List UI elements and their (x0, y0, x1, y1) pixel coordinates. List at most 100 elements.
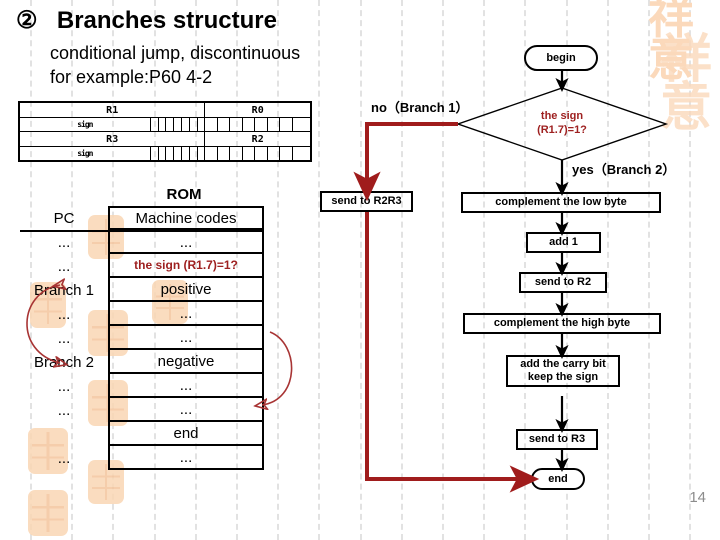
rom-cell-machine-code: the sign (R1.7)=1? (108, 254, 264, 278)
register-bit-cell (291, 117, 312, 132)
rom-row: ...... (20, 446, 270, 470)
rom-cell-machine-code: ... (108, 446, 264, 470)
rom-title: ROM (166, 186, 202, 203)
rom-cell-pc: ... (57, 329, 71, 347)
flow-branch-yes-label: yes（Branch 2） (572, 162, 676, 177)
rom-row: ...... (20, 398, 270, 422)
rom-cell-machine-code: ... (108, 398, 264, 422)
register-label-row: R1 R0 (18, 101, 312, 118)
flow-box-send-r3: send to R3 (516, 429, 598, 450)
register-bit-cell (165, 117, 175, 132)
rom-cell-machine-code: positive (108, 278, 264, 302)
gridline (400, 0, 403, 540)
rom-cell-machine-code: ... (108, 374, 264, 398)
rom-row: Branch 2 negative (20, 350, 270, 374)
register-bit-cell (196, 117, 206, 132)
rom-row: end (20, 422, 270, 446)
rom-cell-pc (20, 422, 108, 446)
register-bit-cell (180, 117, 190, 132)
register-bit-cell (149, 146, 159, 162)
register-bit-cell (188, 117, 198, 132)
register-bit-cell (266, 146, 281, 162)
gridline (483, 0, 486, 540)
register-bit-cell (188, 146, 198, 162)
rom-table: ROM PC Machine codes ......... the sign (… (20, 186, 270, 470)
flow-box-send-r2: send to R2 (519, 272, 607, 293)
flow-end-oval: end (531, 468, 585, 490)
rom-cell-pc: Branch 1 (33, 281, 95, 299)
flow-box-add-carry-keep-sign: add the carry bit keep the sign (506, 355, 620, 387)
register-bit-cell (216, 117, 231, 132)
gridline (565, 0, 568, 540)
register-bit-cell (241, 146, 256, 162)
rom-row: ...... (20, 374, 270, 398)
register-bit-cell (157, 146, 167, 162)
register-label: R1 (18, 101, 206, 118)
register-bit-cell (229, 117, 243, 132)
rom-cell-pc: ... (57, 233, 71, 251)
register-bit-cell (204, 117, 218, 132)
register-bit-cell (291, 146, 312, 162)
rom-row: ...... (20, 302, 270, 326)
rom-row: ...... (20, 326, 270, 350)
decision-line-2: (R1.7)=1? (537, 124, 587, 136)
decision-line-1: the sign (540, 110, 584, 122)
watermark-square (28, 490, 68, 536)
title-number-marker: ② (16, 7, 38, 34)
rom-cell-machine-code: end (108, 422, 264, 446)
subtitle-line-1: conditional jump, discontinuous (50, 43, 301, 63)
flow-red-no-branch-path (353, 122, 458, 202)
flow-box-complement-low-byte: complement the low byte (461, 192, 661, 213)
rom-row: Branch 1 positive (20, 278, 270, 302)
carry-line-2: keep the sign (527, 371, 599, 383)
rom-header-pc: PC (53, 209, 75, 227)
register-bit-cell (254, 117, 268, 132)
register-bit-cell (180, 146, 190, 162)
register-bit-cell (266, 117, 281, 132)
rom-row: ... the sign (R1.7)=1? (20, 254, 270, 278)
gridline (606, 0, 609, 540)
carry-line-1: add the carry bit (520, 358, 606, 370)
register-bit-cell (279, 117, 293, 132)
rom-cell-pc: ... (57, 449, 71, 467)
flow-red-to-end-path (365, 212, 540, 493)
register-bit-row: sign (18, 146, 312, 162)
register-bit-cell (204, 146, 218, 162)
rom-cell-pc: ... (57, 401, 71, 419)
register-label: R2 (204, 131, 312, 147)
rom-cell-pc: ... (57, 305, 71, 323)
page-subtitle: conditional jump, discontinuous for exam… (50, 41, 300, 89)
pc-column-underline (20, 230, 108, 232)
rom-row: ...... (20, 230, 270, 254)
rom-cell-machine-code: negative (108, 350, 264, 374)
slide-canvas: 祥意 祥意 ② Branches structure conditional j… (0, 0, 720, 540)
register-sign-cell: sign (18, 146, 151, 162)
flow-box-send-r2r3: send to R2R3 (320, 191, 413, 212)
register-bit-cell (196, 146, 206, 162)
flow-box-complement-high-byte: complement the high byte (463, 313, 661, 334)
rom-cell-pc: ... (57, 257, 71, 275)
flow-begin-oval: begin (524, 45, 598, 71)
register-bit-cell (157, 117, 167, 132)
register-bit-cell (254, 146, 268, 162)
register-sign-cell: sign (18, 117, 151, 132)
subtitle-line-2: for example:P60 4-2 (50, 67, 213, 87)
rom-header-codes: Machine codes (108, 206, 264, 230)
rom-cell-machine-code: ... (108, 326, 264, 350)
register-bit-cell (165, 146, 175, 162)
register-diagram: R1 R0 sign R3 R2 sign (18, 101, 312, 162)
register-label: R0 (204, 101, 312, 118)
page-title: ② Branches structure (16, 6, 277, 35)
rom-cell-pc: Branch 2 (33, 353, 95, 371)
register-bit-row: sign (18, 117, 312, 132)
rom-cell-pc: ... (57, 377, 71, 395)
flow-branch-no-label: no（Branch 1） (371, 100, 469, 115)
register-bit-cell (173, 146, 182, 162)
gridline (359, 0, 362, 540)
rom-cell-machine-code: ... (108, 230, 264, 254)
seal-watermark-secondary-icon: 祥意 (660, 29, 712, 138)
rom-cell-machine-code: ... (108, 302, 264, 326)
gridline (318, 0, 321, 540)
register-bit-cell (229, 146, 243, 162)
flow-box-add-one: add 1 (526, 232, 601, 253)
